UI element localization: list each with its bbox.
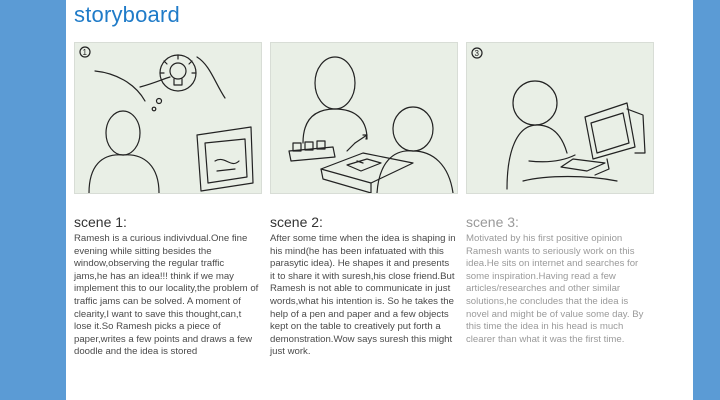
sketch-scene-2	[288, 56, 454, 193]
sketch-scene-3: 3	[471, 47, 646, 190]
panel-number: 3	[475, 49, 480, 58]
scene-heading: scene 1:	[74, 214, 127, 230]
scene-heading: scene 3:	[466, 214, 519, 230]
storyboard-panel-2	[270, 42, 458, 194]
scene-1: scene 1: Ramesh is a curious indivivdual…	[74, 214, 260, 359]
scene-description: Motivated by his first positive opinion …	[466, 233, 644, 345]
scene-description: Ramesh is a curious indivivdual.One fine…	[74, 233, 259, 358]
storyboard-panel-3: 3	[466, 42, 654, 194]
paper-and-objects-icon	[288, 134, 368, 162]
lightbulb-idea-icon	[159, 54, 197, 92]
storyboard-panel-1: 1	[74, 42, 262, 194]
computer-icon	[560, 102, 646, 176]
scene-description: After some time when the idea is shaping…	[270, 233, 456, 358]
storyboard-page: storyboard 1 3 scene 1: Ramesh is a curi…	[66, 0, 693, 400]
scene-heading: scene 2:	[270, 214, 323, 230]
page-title: storyboard	[74, 2, 180, 27]
scene-2: scene 2: After some time when the idea i…	[270, 214, 456, 359]
scene-3: scene 3: Motivated by his first positive…	[466, 214, 652, 346]
panel-number: 1	[83, 48, 88, 57]
sketch-scene-1: 1	[79, 46, 254, 193]
